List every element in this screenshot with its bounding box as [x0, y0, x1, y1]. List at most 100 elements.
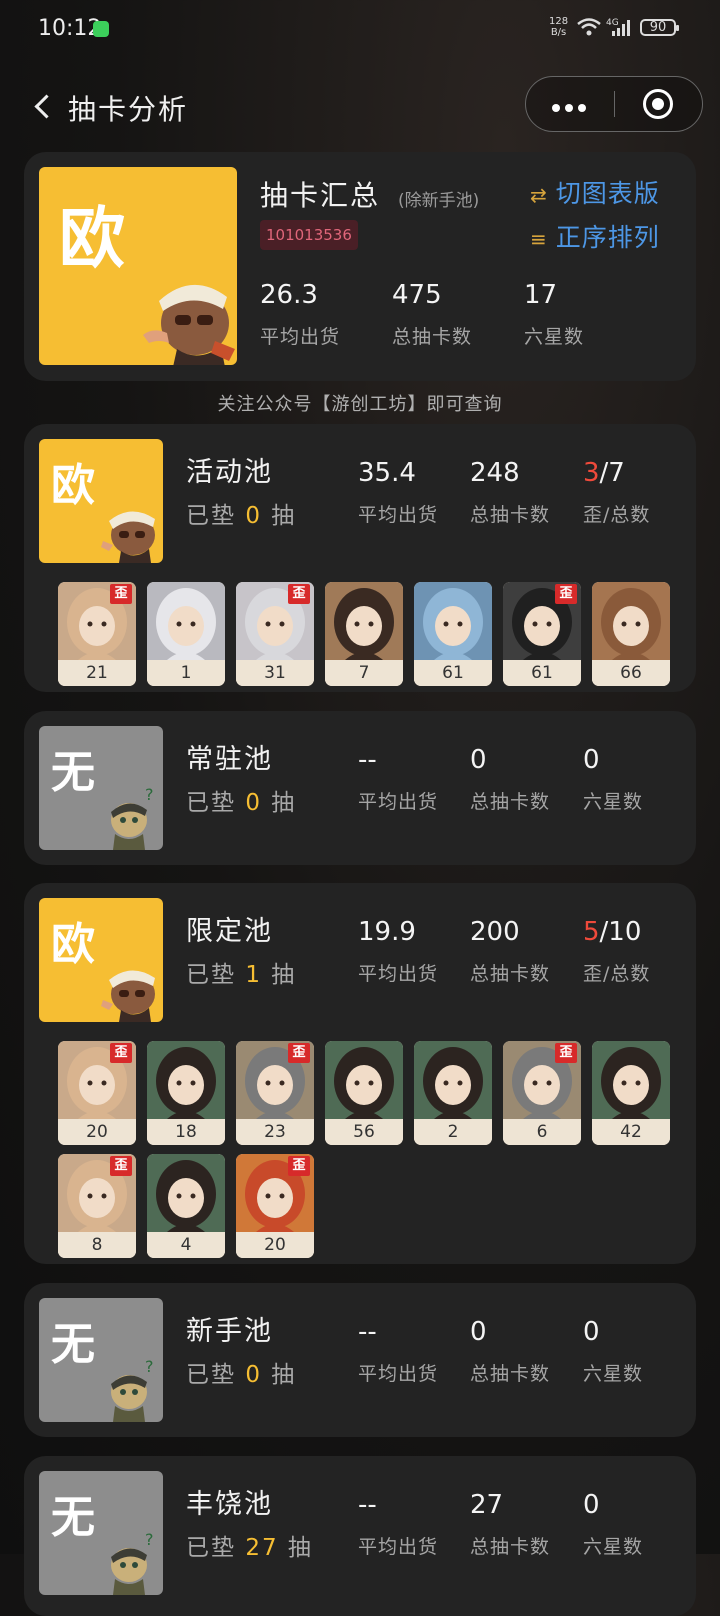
- character-portrait: [147, 1154, 225, 1232]
- switch-layout-icon: ⇄: [530, 183, 548, 207]
- pool-name: 活动池: [186, 457, 273, 488]
- switch-chart-button[interactable]: ⇄ 切图表版: [530, 174, 660, 210]
- pity-prefix: 已垫: [186, 962, 246, 988]
- pull-count: 7: [325, 660, 403, 686]
- pool-total-label: 总抽卡数: [470, 1536, 551, 1558]
- character-portrait: [325, 582, 403, 660]
- character-card[interactable]: 歪8: [58, 1154, 136, 1258]
- pity-count: 0: [245, 503, 262, 529]
- pool-avg-value: --: [358, 745, 377, 775]
- character-card[interactable]: 1: [147, 582, 225, 686]
- pool-avg-value: 35.4: [358, 458, 416, 488]
- pool-total-label: 总抽卡数: [470, 791, 551, 813]
- pity-count: 0: [245, 1362, 262, 1388]
- character-card[interactable]: 4: [147, 1154, 225, 1258]
- pool-pity: 已垫 27 抽: [186, 1528, 313, 1562]
- tier-letter: 无: [51, 747, 95, 798]
- pool-total-value: 0: [470, 1317, 487, 1347]
- off-banner-tag: 歪: [288, 584, 310, 604]
- wechat-notification-icon: [93, 21, 109, 37]
- character-card[interactable]: 歪 61: [503, 582, 581, 686]
- pool-total-value: 200: [470, 917, 520, 947]
- summary-note: (除新手池): [398, 191, 480, 211]
- character-card[interactable]: 歪 21: [58, 582, 136, 686]
- pull-count: 42: [592, 1119, 670, 1145]
- tier-badge: 无?: [39, 726, 163, 850]
- character-card[interactable]: 歪 23: [236, 1041, 314, 1145]
- character-card[interactable]: 歪 31: [236, 582, 314, 686]
- character-card[interactable]: 56: [325, 1041, 403, 1145]
- tier-badge: 无?: [39, 1471, 163, 1595]
- character-card[interactable]: 42: [592, 1041, 670, 1145]
- pull-count: 2: [414, 1119, 492, 1145]
- off-banner-tag: 歪: [288, 1156, 310, 1176]
- pool-third-value: 5/10: [583, 917, 641, 947]
- character-card[interactable]: 2: [414, 1041, 492, 1145]
- character-card[interactable]: 18: [147, 1041, 225, 1145]
- pull-count: 61: [503, 660, 581, 686]
- total-count: /7: [599, 458, 625, 488]
- tier-letter: 欧: [51, 919, 95, 970]
- mascot-image: [143, 284, 235, 365]
- pool-total-label: 总抽卡数: [470, 1363, 551, 1385]
- wifi-icon: [577, 18, 601, 36]
- pity-prefix: 已垫: [186, 503, 246, 529]
- sort-order-button[interactable]: ≡ 正序排列: [530, 218, 660, 254]
- summary-six-star-label: 六星数: [524, 326, 585, 348]
- character-portrait: [147, 582, 225, 660]
- tier-letter: 欧: [59, 200, 125, 277]
- character-card[interactable]: 歪6: [503, 1041, 581, 1145]
- character-portrait: [147, 1041, 225, 1119]
- pool-pity: 已垫 0 抽: [186, 1355, 296, 1389]
- pool-total-label: 总抽卡数: [470, 504, 551, 526]
- circle-target-icon[interactable]: [643, 89, 673, 119]
- pull-count: 61: [414, 660, 492, 686]
- character-card[interactable]: 7: [325, 582, 403, 686]
- status-time: 10:12: [38, 16, 102, 41]
- pool-avg-label: 平均出货: [358, 963, 439, 985]
- summary-total-value: 475: [392, 280, 442, 310]
- total-count: /10: [599, 917, 642, 947]
- off-banner-tag: 歪: [110, 584, 132, 604]
- pull-count: 20: [236, 1232, 314, 1258]
- pool-name: 丰饶池: [186, 1489, 273, 1520]
- summary-card: 欧 抽卡汇总 (除新手池) 101013536 ⇄ 切图表版 ≡ 正序排列 26.3…: [24, 152, 696, 381]
- pool-avg-label: 平均出货: [358, 1363, 439, 1385]
- pool-avg-value: 19.9: [358, 917, 416, 947]
- pool-pity: 已垫 0 抽: [186, 496, 296, 530]
- summary-avg-label: 平均出货: [260, 326, 341, 348]
- pull-count: 4: [147, 1232, 225, 1258]
- pool-card: 无? 丰饶池 已垫 27 抽 -- 平均出货 27 总抽卡数 0 六星数: [24, 1456, 696, 1616]
- pull-count: 18: [147, 1119, 225, 1145]
- mascot-image: [101, 970, 155, 1022]
- pull-count: 1: [147, 660, 225, 686]
- character-card[interactable]: 歪 20: [236, 1154, 314, 1258]
- pity-suffix: 抽: [261, 503, 297, 529]
- off-banner-tag: 歪: [288, 1043, 310, 1063]
- mascot-image: ?: [111, 1358, 154, 1422]
- pool-total-label: 总抽卡数: [470, 963, 551, 985]
- off-banner-tag: 歪: [555, 1043, 577, 1063]
- tier-letter: 无: [51, 1319, 95, 1370]
- chevron-left-icon[interactable]: [34, 94, 59, 119]
- signal-icon: 4G: [606, 18, 630, 36]
- character-card[interactable]: 歪 20: [58, 1041, 136, 1145]
- tier-badge: 欧: [39, 439, 163, 563]
- pool-name: 限定池: [186, 916, 273, 947]
- mascot-image: ?: [111, 1531, 154, 1595]
- pull-count: 8: [58, 1232, 136, 1258]
- character-card[interactable]: 61: [414, 582, 492, 686]
- character-card[interactable]: 66: [592, 582, 670, 686]
- tier-letter: 欧: [51, 460, 95, 511]
- pity-suffix: 抽: [261, 1362, 297, 1388]
- pull-count: 20: [58, 1119, 136, 1145]
- mini-program-capsule: [525, 76, 703, 132]
- pity-suffix: 抽: [261, 790, 297, 816]
- pool-third-value: 0: [583, 745, 600, 775]
- page-title: 抽卡分析: [68, 93, 189, 126]
- pool-avg-value: --: [358, 1490, 377, 1520]
- mascot-image: ?: [111, 786, 154, 850]
- more-dots-icon[interactable]: [552, 97, 592, 112]
- pity-count: 1: [245, 962, 262, 988]
- summary-avg-value: 26.3: [260, 280, 318, 310]
